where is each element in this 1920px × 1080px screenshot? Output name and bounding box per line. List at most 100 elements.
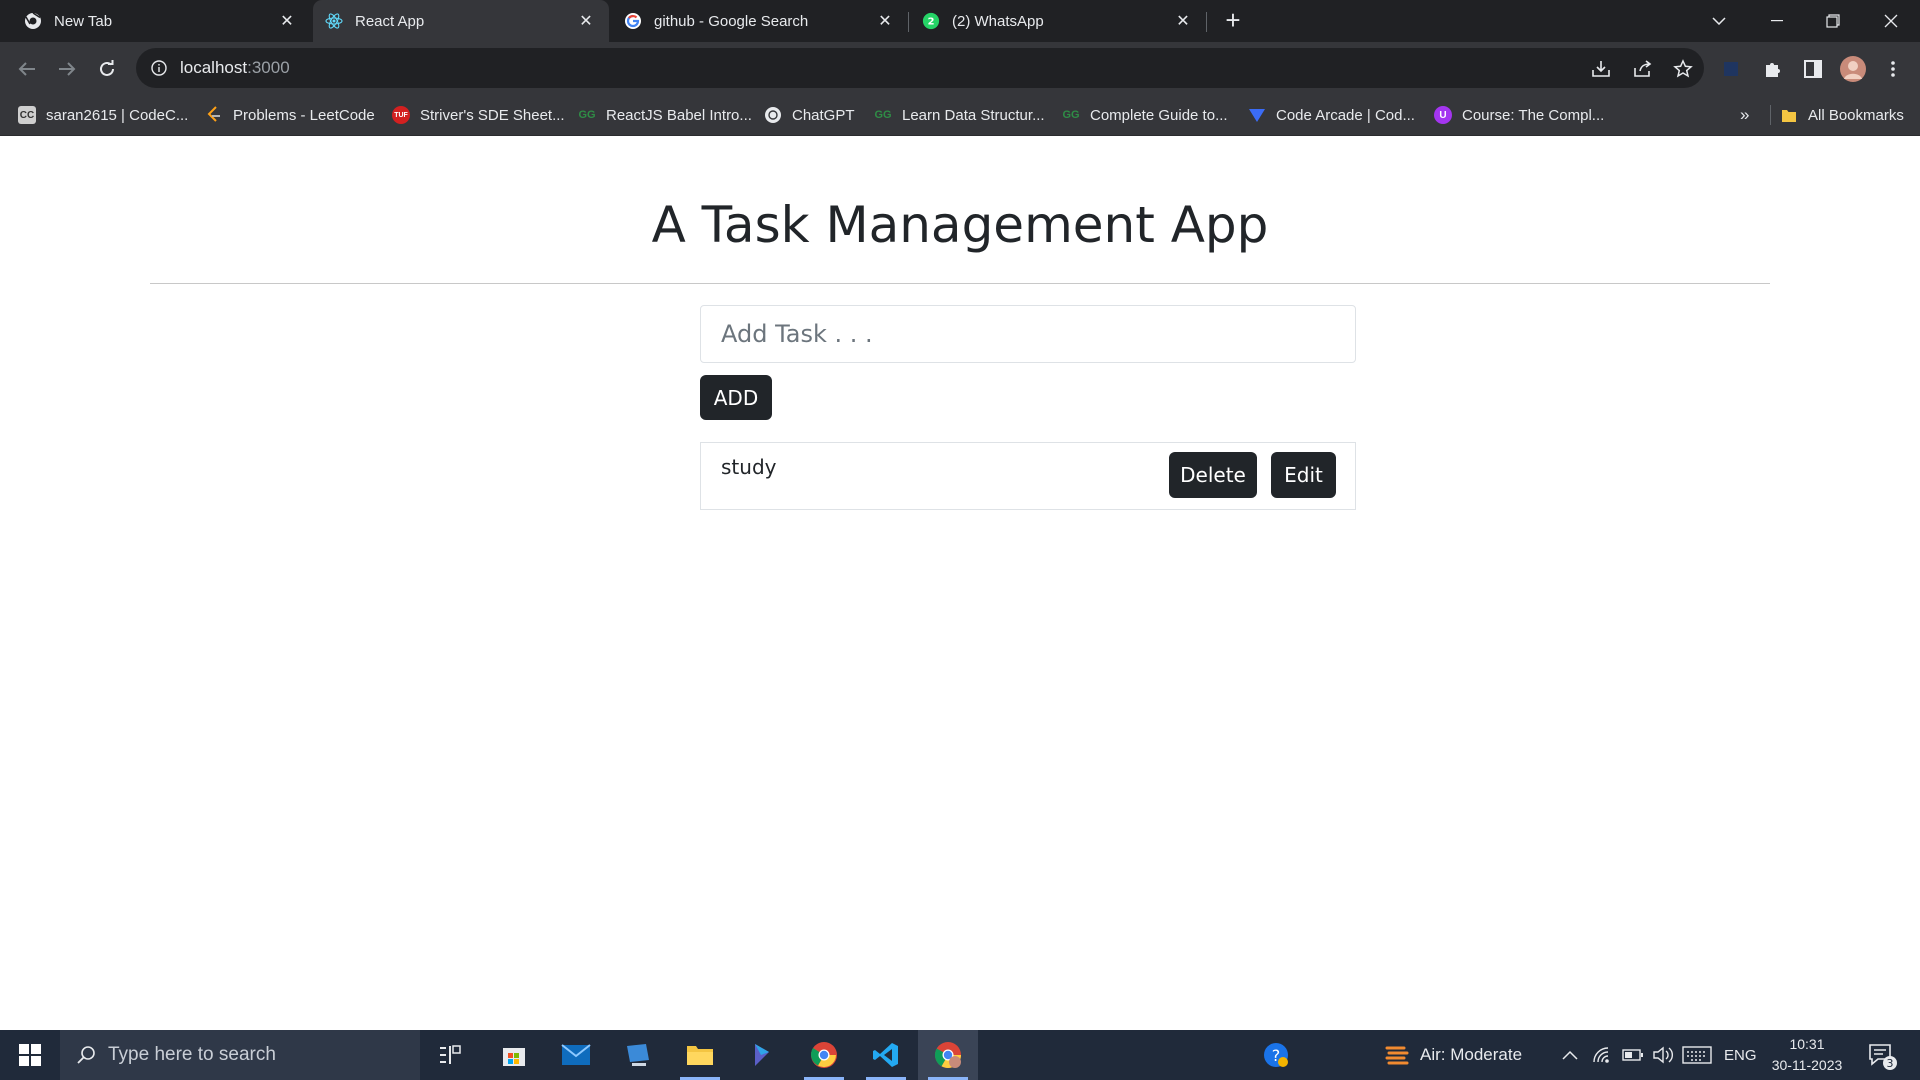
address-port: :3000 — [247, 58, 290, 77]
tab-title: React App — [355, 12, 425, 30]
browser-tab-strip: New Tab ✕ React App ✕ github - Google Se… — [0, 0, 1920, 42]
tab-separator — [908, 12, 909, 32]
add-task-input[interactable] — [700, 305, 1356, 363]
bookmark-label: ReactJS Babel Intro... — [606, 106, 752, 124]
all-bookmarks-button[interactable]: All Bookmarks — [1780, 95, 1904, 135]
tab-google-search[interactable]: github - Google Search ✕ — [612, 0, 908, 42]
keyboard-icon[interactable] — [1682, 1030, 1712, 1080]
task-text: study — [721, 455, 777, 479]
chrome-icon — [24, 12, 42, 30]
bookmark-label: Problems - LeetCode — [233, 106, 375, 124]
extensions-puzzle-icon[interactable] — [1756, 52, 1790, 86]
weather-text: Air: Moderate — [1420, 1045, 1523, 1064]
minimize-button[interactable] — [1752, 0, 1802, 42]
bookmark-label: ChatGPT — [792, 106, 855, 124]
tab-whatsapp[interactable]: 2 (2) WhatsApp ✕ — [910, 0, 1206, 42]
tab-react-app[interactable]: React App ✕ — [313, 0, 609, 42]
udemy-icon: U — [1434, 106, 1452, 124]
clock-date: 30-11-2023 — [1771, 1057, 1843, 1073]
add-task-button[interactable]: ADD — [700, 375, 772, 420]
air-quality-icon — [1384, 1042, 1410, 1068]
chatgpt-icon — [764, 106, 782, 124]
restore-button[interactable] — [1808, 0, 1858, 42]
install-app-icon[interactable] — [1584, 52, 1618, 86]
bookmark-label: Course: The Compl... — [1462, 106, 1605, 124]
side-panel-icon[interactable] — [1796, 52, 1830, 86]
folder-icon — [1780, 106, 1798, 124]
task-list-item: study Delete Edit — [700, 442, 1356, 510]
tab-new-tab[interactable]: New Tab ✕ — [0, 0, 310, 42]
network-icon[interactable] — [1592, 1030, 1612, 1080]
windows-taskbar: Type here to search ? Air: Moderate ENG … — [0, 1030, 1920, 1080]
close-tab-icon[interactable]: ✕ — [274, 8, 300, 34]
delete-task-button[interactable]: Delete — [1169, 452, 1257, 498]
search-icon — [76, 1045, 96, 1065]
close-window-button[interactable] — [1866, 0, 1916, 42]
language-indicator[interactable]: ENG — [1724, 1030, 1757, 1080]
tuf-icon: TUF — [392, 106, 410, 124]
close-tab-icon[interactable]: ✕ — [1170, 8, 1196, 34]
chrome-taskbar-icon[interactable] — [794, 1030, 854, 1080]
codechef-icon: CC — [18, 106, 36, 124]
profile-avatar[interactable] — [1836, 52, 1870, 86]
bookmark-label: Code Arcade | Cod... — [1276, 106, 1415, 124]
gfg-icon: GG — [1062, 109, 1080, 121]
close-tab-icon[interactable]: ✕ — [573, 8, 599, 34]
address-bar[interactable]: localhost:3000 — [136, 48, 1704, 88]
bookmark-label: Striver's SDE Sheet... — [420, 106, 565, 124]
new-tab-button[interactable]: + — [1220, 7, 1246, 34]
remote-desktop-icon[interactable] — [608, 1030, 668, 1080]
taskbar-search-box[interactable]: Type here to search — [60, 1030, 420, 1080]
code-arcade-icon — [1248, 106, 1266, 124]
bookmarks-overflow-button[interactable]: » — [1740, 95, 1749, 135]
bookmark-label: saran2615 | CodeC... — [46, 106, 189, 124]
react-icon — [325, 12, 343, 30]
help-icon[interactable]: ? — [1262, 1030, 1290, 1080]
volume-icon[interactable] — [1652, 1030, 1674, 1080]
google-icon — [624, 12, 642, 30]
close-tab-icon[interactable]: ✕ — [872, 8, 898, 34]
whatsapp-icon: 2 — [922, 12, 940, 30]
tab-separator — [1206, 12, 1207, 32]
reload-icon[interactable] — [90, 52, 124, 86]
bookmarks-bar: CC saran2615 | CodeC... Problems - LeetC… — [0, 95, 1920, 136]
web-page: A Task Management App ADD study Delete E… — [0, 136, 1920, 1030]
bookmark-learn-data-structures[interactable]: GG Learn Data Structur... — [874, 95, 1044, 135]
bookmark-codechef[interactable]: CC saran2615 | CodeC... — [18, 95, 188, 135]
edit-task-button[interactable]: Edit — [1271, 452, 1336, 498]
bookmark-striver[interactable]: TUF Striver's SDE Sheet... — [392, 95, 565, 135]
battery-icon[interactable] — [1622, 1030, 1644, 1080]
leetcode-icon — [205, 106, 223, 124]
windows-start-icon[interactable] — [0, 1030, 60, 1080]
forward-arrow-icon[interactable] — [50, 52, 84, 86]
bookmark-code-arcade[interactable]: Code Arcade | Cod... — [1248, 95, 1415, 135]
gfg-icon: GG — [578, 109, 596, 121]
site-info-icon[interactable] — [150, 59, 168, 77]
mail-icon[interactable] — [546, 1030, 606, 1080]
tab-search-chevron-icon[interactable] — [1694, 0, 1744, 42]
extension-square-icon[interactable] — [1714, 52, 1748, 86]
copilot-icon[interactable] — [732, 1030, 792, 1080]
taskbar-clock[interactable]: 10:31 30-11-2023 — [1762, 1034, 1852, 1076]
bookmark-leetcode[interactable]: Problems - LeetCode — [205, 95, 375, 135]
bookmark-star-icon[interactable] — [1666, 52, 1700, 86]
browser-menu-icon[interactable] — [1876, 52, 1910, 86]
all-bookmarks-label: All Bookmarks — [1808, 106, 1904, 124]
file-explorer-icon[interactable] — [670, 1030, 730, 1080]
microsoft-store-icon[interactable] — [484, 1030, 544, 1080]
chrome-profile-taskbar-icon[interactable] — [918, 1030, 978, 1080]
whatsapp-badge: 2 — [928, 17, 935, 28]
share-icon[interactable] — [1626, 52, 1660, 86]
bookmark-complete-guide[interactable]: GG Complete Guide to... — [1062, 95, 1227, 135]
tab-title: New Tab — [54, 12, 113, 30]
notification-center-icon[interactable]: 3 — [1866, 1030, 1898, 1080]
address-host: localhost — [180, 58, 248, 77]
back-arrow-icon[interactable] — [10, 52, 44, 86]
bookmark-chatgpt[interactable]: ChatGPT — [764, 95, 855, 135]
bookmark-udemy-course[interactable]: U Course: The Compl... — [1434, 95, 1604, 135]
vscode-icon[interactable] — [856, 1030, 916, 1080]
task-view-icon[interactable] — [420, 1030, 480, 1080]
weather-widget[interactable]: Air: Moderate — [1384, 1030, 1522, 1080]
show-hidden-icons-chevron-icon[interactable] — [1562, 1030, 1578, 1080]
bookmark-reactjs-babel[interactable]: GG ReactJS Babel Intro... — [578, 95, 752, 135]
